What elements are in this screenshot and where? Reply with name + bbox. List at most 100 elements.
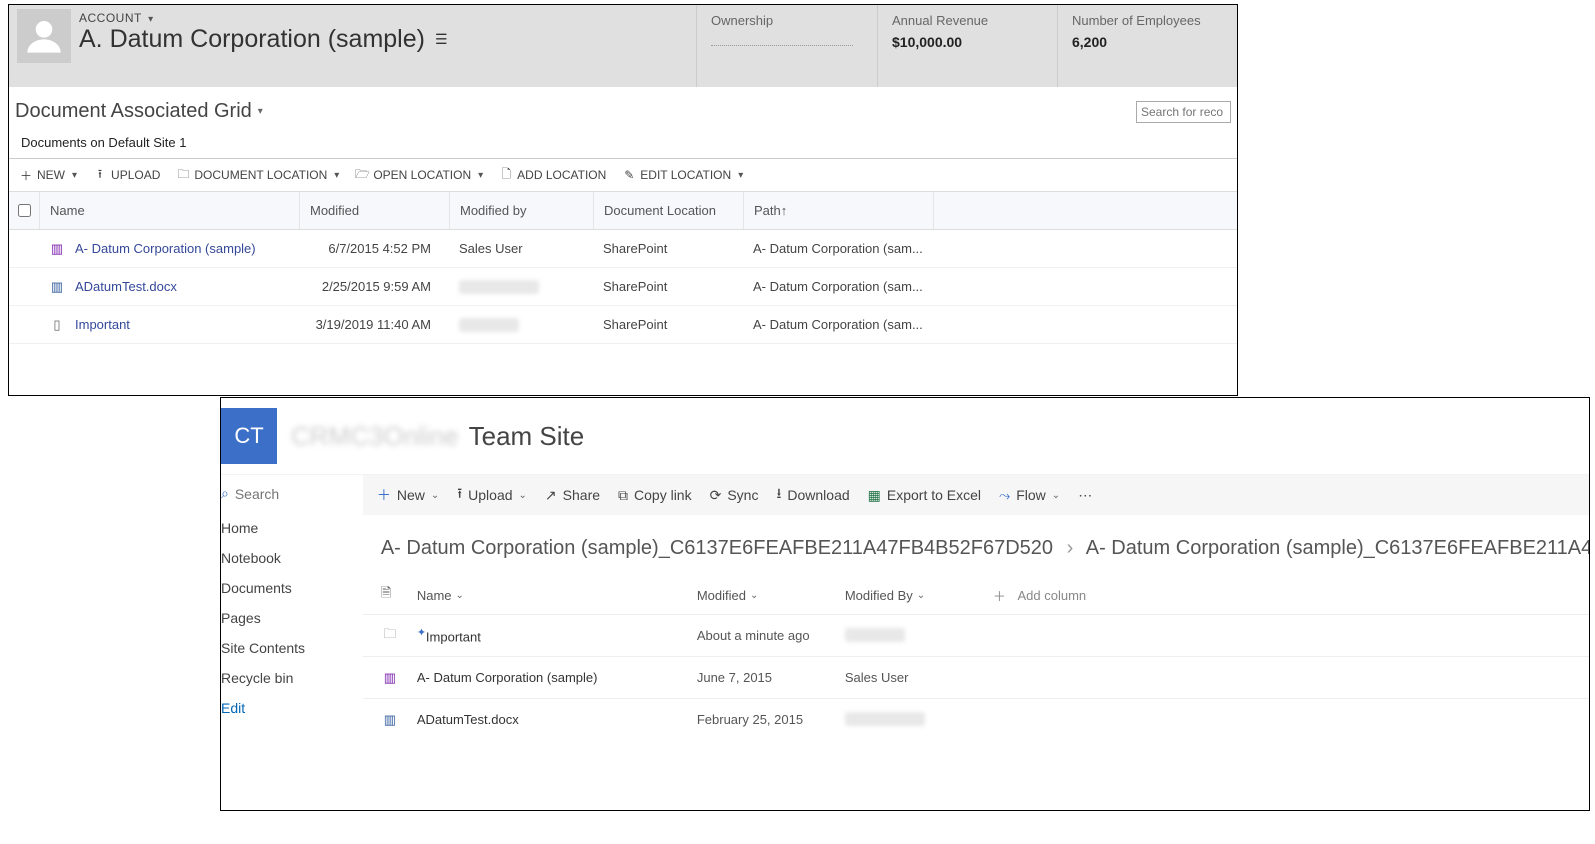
chevron-down-icon: ⌄ — [519, 490, 527, 501]
file-location: SharePoint — [593, 306, 743, 343]
edit-icon: ✎ — [622, 168, 636, 182]
nav-notebook[interactable]: Notebook — [221, 550, 355, 566]
chevron-down-icon: ⌄ — [431, 490, 439, 501]
new-button[interactable]: ＋NEW — [19, 168, 77, 182]
sharepoint-panel: CT CRMC3Online Team Site ⌕ Home Notebook… — [220, 397, 1590, 811]
chevron-down-icon[interactable]: ▾ — [258, 106, 263, 117]
file-name[interactable]: ADatumTest.docx — [39, 268, 299, 305]
nav-home[interactable]: Home — [221, 520, 355, 536]
grid-row[interactable]: ▥ A- Datum Corporation (sample) 6/7/2015… — [9, 230, 1237, 268]
share-icon: ↗ — [545, 487, 557, 504]
col-modified-by[interactable]: Modified by — [449, 192, 593, 229]
site-prefix-blurred: CRMC3Online — [291, 421, 459, 452]
row-name[interactable]: A- Datum Corporation (sample) — [417, 670, 697, 685]
row-modified: June 7, 2015 — [697, 670, 845, 685]
file-icon: 🗎 — [381, 584, 391, 606]
list-icon[interactable]: ☰ — [435, 31, 448, 48]
download-icon: ⭳ — [776, 483, 781, 507]
row-modified-by — [845, 628, 993, 643]
row-modified: About a minute ago — [697, 628, 845, 643]
add-column-button[interactable]: ＋ Add column — [993, 586, 1086, 605]
col-type-icon: 🗎 — [381, 584, 417, 606]
sync-button[interactable]: ⟳Sync — [710, 487, 759, 504]
file-location: SharePoint — [593, 230, 743, 267]
col-modified-by[interactable]: Modified By⌄ — [845, 588, 993, 603]
header-metrics: Ownership Annual Revenue $10,000.00 Numb… — [696, 5, 1237, 87]
breadcrumb-item[interactable]: A- Datum Corporation (sample)_C6137E6FEA… — [381, 537, 1053, 559]
search-icon: ⌕ — [221, 485, 229, 502]
file-modified: 3/19/2019 11:40 AM — [299, 306, 449, 343]
new-button[interactable]: ＋New⌄ — [377, 485, 439, 505]
open-folder-icon: 🗁 — [355, 168, 369, 182]
nav-recycle-bin[interactable]: Recycle bin — [221, 670, 355, 686]
nav-edit[interactable]: Edit — [221, 700, 355, 716]
edit-location-button[interactable]: ✎EDIT LOCATION — [622, 168, 743, 182]
grid-row[interactable]: ▥ ADatumTest.docx 2/25/2015 9:59 AM Shar… — [9, 268, 1237, 306]
file-location: SharePoint — [593, 268, 743, 305]
file-name[interactable]: Important — [39, 306, 299, 343]
list-row[interactable]: 🗀 ✦Important About a minute ago — [363, 614, 1590, 656]
link-icon: ⧉ — [618, 487, 628, 504]
list-row[interactable]: ▥ ADatumTest.docx February 25, 2015 — [363, 698, 1590, 740]
site-tile: CT — [221, 408, 277, 464]
share-button[interactable]: ↗Share — [545, 487, 600, 504]
file-path: A- Datum Corporation (sam... — [743, 306, 933, 343]
view-header: Document Associated Grid ▾ — [9, 87, 1237, 135]
view-title[interactable]: Document Associated Grid — [15, 100, 252, 123]
col-modified[interactable]: Modified⌄ — [697, 588, 845, 603]
nav-pages[interactable]: Pages — [221, 610, 355, 626]
search-box[interactable]: ⌕ — [221, 485, 355, 502]
col-path[interactable]: Path — [743, 192, 933, 229]
chevron-down-icon: ⌄ — [750, 590, 758, 601]
row-name[interactable]: ADatumTest.docx — [417, 712, 697, 727]
entity-switcher[interactable]: ACCOUNT — [79, 11, 448, 25]
export-excel-button[interactable]: ▦Export to Excel — [868, 487, 981, 504]
file-name[interactable]: A- Datum Corporation (sample) — [39, 230, 299, 267]
upload-icon: ⭱ — [93, 168, 107, 182]
more-button[interactable]: ⋯ — [1078, 487, 1092, 504]
nav-site-contents[interactable]: Site Contents — [221, 640, 355, 656]
location-label: Documents on Default Site 1 — [9, 135, 1237, 158]
main-content: ＋New⌄ ⭱Upload⌄ ↗Share ⧉Copy link ⟳Sync ⭳… — [363, 475, 1590, 810]
meta-value-ownership — [711, 34, 853, 46]
add-location-button[interactable]: 🗋ADD LOCATION — [499, 168, 606, 182]
document-toolbar: ＋NEW ⭱UPLOAD 🗀DOCUMENT LOCATION 🗁OPEN LO… — [9, 158, 1237, 192]
select-all-checkbox[interactable] — [9, 192, 39, 229]
sync-icon: ⟳ — [710, 487, 722, 504]
flow-button[interactable]: ⤳Flow⌄ — [999, 487, 1060, 504]
file-modified: 2/25/2015 9:59 AM — [299, 268, 449, 305]
upload-button[interactable]: ⭱Upload⌄ — [457, 483, 527, 507]
meta-value-employees: 6,200 — [1072, 34, 1213, 50]
file-path: A- Datum Corporation (sam... — [743, 230, 933, 267]
file-modified: 6/7/2015 4:52 PM — [299, 230, 449, 267]
more-icon: ⋯ — [1078, 487, 1092, 504]
word-icon: ▥ — [381, 711, 399, 729]
list-row[interactable]: ▥ A- Datum Corporation (sample) June 7, … — [363, 656, 1590, 698]
search-input[interactable] — [1136, 101, 1231, 123]
breadcrumb-item[interactable]: A- Datum Corporation (sample)_C6137E6FEA… — [1086, 537, 1590, 559]
col-name[interactable]: Name — [39, 192, 299, 229]
col-modified[interactable]: Modified — [299, 192, 449, 229]
left-nav: ⌕ Home Notebook Documents Pages Site Con… — [221, 475, 363, 810]
search-input[interactable] — [235, 486, 355, 502]
row-name[interactable]: ✦Important — [417, 626, 697, 644]
list-header: 🗎 Name⌄ Modified⌄ Modified By⌄ ＋ Add col… — [363, 576, 1590, 614]
avatar — [17, 9, 71, 63]
command-bar: ＋New⌄ ⭱Upload⌄ ↗Share ⧉Copy link ⟳Sync ⭳… — [363, 475, 1590, 515]
add-icon: 🗋 — [499, 168, 513, 182]
col-document-location[interactable]: Document Location — [593, 192, 743, 229]
upload-button[interactable]: ⭱UPLOAD — [93, 168, 160, 182]
copy-link-button[interactable]: ⧉Copy link — [618, 487, 692, 504]
flow-icon: ⤳ — [999, 487, 1010, 504]
breadcrumb: A- Datum Corporation (sample)_C6137E6FEA… — [363, 515, 1590, 576]
download-button[interactable]: ⭳Download — [776, 483, 849, 507]
grid-row[interactable]: ▯ Important 3/19/2019 11:40 AM SharePoin… — [9, 306, 1237, 344]
col-name[interactable]: Name⌄ — [417, 588, 697, 603]
site-header: CT CRMC3Online Team Site — [221, 398, 1589, 474]
nav-documents[interactable]: Documents — [221, 580, 355, 596]
open-location-button[interactable]: 🗁OPEN LOCATION — [355, 168, 483, 182]
document-location-button[interactable]: 🗀DOCUMENT LOCATION — [176, 168, 339, 182]
grid-header: Name Modified Modified by Document Locat… — [9, 192, 1237, 230]
meta-label-ownership: Ownership — [711, 13, 853, 28]
meta-label-employees: Number of Employees — [1072, 13, 1213, 28]
